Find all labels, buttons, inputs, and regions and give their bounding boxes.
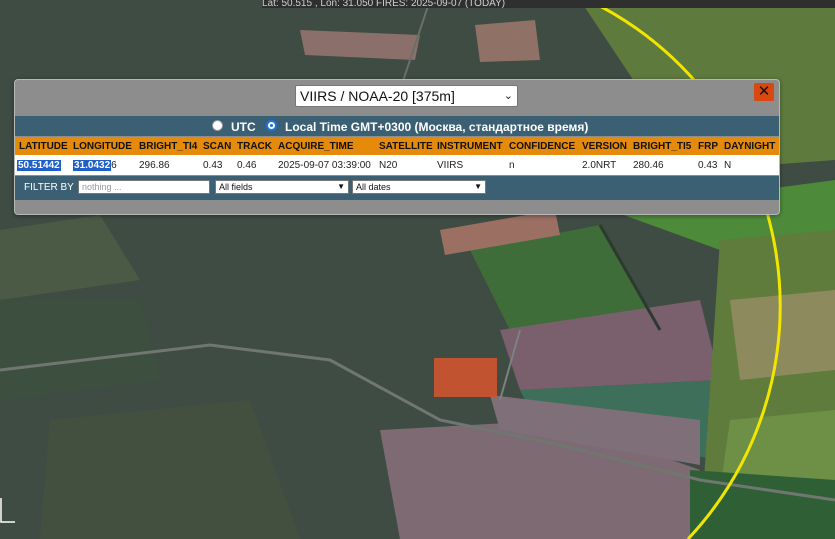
local-time-label: Local Time GMT+0300 (Москва, стандартное…	[285, 120, 589, 134]
sensor-select[interactable]: VIIRS / NOAA-20 [375m] ⌄	[295, 85, 518, 107]
cell-latitude[interactable]: 50.51442	[17, 160, 61, 171]
filter-label: FILTER BY	[24, 182, 74, 193]
chevron-down-icon: ▼	[474, 182, 482, 191]
column-header: VERSION	[582, 141, 628, 152]
sensor-select-value: VIIRS / NOAA-20 [375m]	[300, 88, 455, 104]
column-header: CONFIDENCE	[509, 141, 576, 152]
table-row[interactable]: 50.51442 31.04326 296.86 0.43 0.46 2025-…	[15, 155, 779, 175]
column-header: BRIGHT_TI5	[633, 141, 692, 152]
column-header: LATITUDE	[19, 141, 68, 152]
column-header: DAYNIGHT	[724, 141, 776, 152]
column-header: ACQUIRE_TIME	[278, 141, 354, 152]
chevron-down-icon: ▼	[337, 182, 345, 191]
cell-acquire-time: 2025-09-07 03:39:00	[278, 160, 371, 171]
selected-longitude: 31.0432	[73, 160, 112, 171]
cell-track: 0.46	[237, 160, 257, 171]
filter-field-value: All fields	[219, 182, 253, 192]
cell-version: 2.0NRT	[582, 160, 617, 171]
table-header-row: LATITUDE LONGITUDE BRIGHT_TI4 SCAN TRACK…	[15, 137, 779, 155]
selected-latitude: 50.51442	[17, 160, 61, 171]
cell-confidence: n	[509, 160, 515, 171]
coordinate-readout-bar: Lat: 50.515 , Lon: 31.050 FIRES: 2025-09…	[262, 0, 835, 8]
filter-date-value: All dates	[356, 182, 391, 192]
cell-scan: 0.43	[203, 160, 223, 171]
cell-bright-ti4: 296.86	[139, 160, 170, 171]
cell-daynight: N	[724, 160, 732, 171]
local-time-radio[interactable]	[266, 120, 277, 131]
cell-instrument: VIIRS	[437, 160, 464, 171]
popup-footer	[15, 200, 779, 214]
popup-header: VIIRS / NOAA-20 [375m] ⌄ ✕	[15, 80, 779, 116]
cell-longitude[interactable]: 31.04326	[73, 160, 117, 171]
scale-bar	[0, 498, 15, 523]
filter-field-select[interactable]: All fields ▼	[215, 180, 349, 194]
column-header: FRP	[698, 141, 718, 152]
column-header: INSTRUMENT	[437, 141, 503, 152]
longitude-rest: 6	[111, 160, 117, 171]
column-header: SCAN	[203, 141, 232, 152]
utc-radio[interactable]	[212, 120, 223, 131]
column-header: BRIGHT_TI4	[139, 141, 198, 152]
filter-text-input[interactable]: nothing ...	[78, 180, 210, 194]
utc-label: UTC	[231, 120, 256, 134]
filter-bar: FILTER BY nothing ... All fields ▼ All d…	[15, 176, 779, 200]
timezone-bar: UTC Local Time GMT+0300 (Москва, стандар…	[15, 116, 779, 136]
close-button[interactable]: ✕	[754, 83, 774, 101]
coordinate-readout: Lat: 50.515 , Lon: 31.050 FIRES: 2025-09…	[262, 0, 506, 8]
column-header: TRACK	[237, 141, 272, 152]
fire-info-popup: VIIRS / NOAA-20 [375m] ⌄ ✕ UTC Local Tim…	[14, 79, 780, 215]
fire-detection-pixel[interactable]	[434, 358, 497, 397]
cell-bright-ti5: 280.46	[633, 160, 664, 171]
filter-date-select[interactable]: All dates ▼	[352, 180, 486, 194]
chevron-down-icon: ⌄	[503, 90, 513, 102]
cell-frp: 0.43	[698, 160, 718, 171]
column-header: LONGITUDE	[73, 141, 132, 152]
cell-satellite: N20	[379, 160, 398, 171]
column-header: SATELLITE	[379, 141, 433, 152]
